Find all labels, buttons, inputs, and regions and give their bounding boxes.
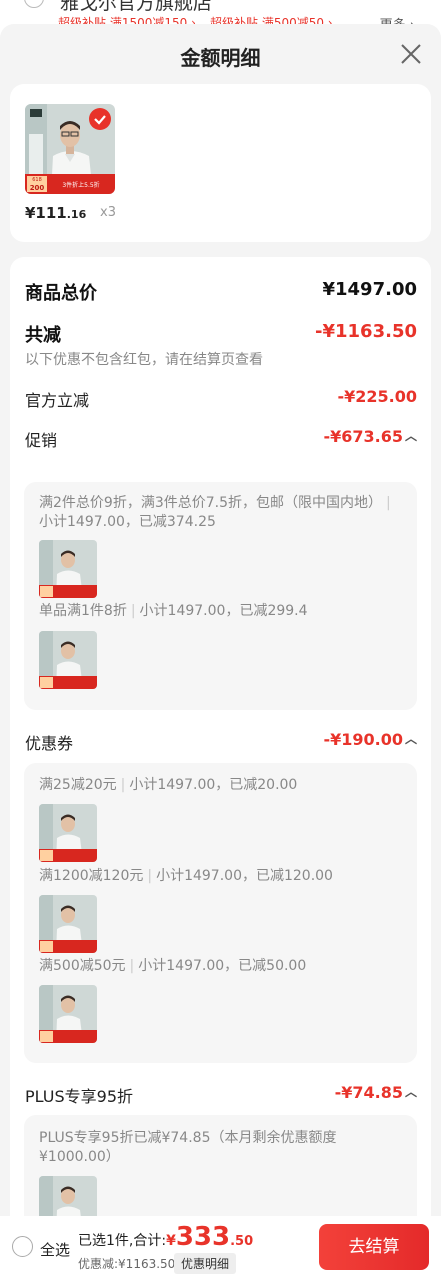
official-discount-value: -¥225.00 (337, 387, 417, 406)
checkout-button[interactable]: 去结算 (319, 1224, 429, 1270)
plus-discount-value[interactable]: -¥74.85 ︿ (335, 1083, 417, 1102)
plus-detail-text: PLUS专享95折已减¥74.85（本月剩余优惠额度¥1000.00） (39, 1130, 337, 1165)
discount-summary: 优惠减:¥1163.50 (78, 1257, 176, 1271)
product-thumbnail[interactable]: 618 200 3件折上5.5折 (25, 104, 115, 194)
chevron-up-icon: ︿ (404, 429, 417, 443)
coupon-value[interactable]: -¥190.00 ︿ (323, 730, 417, 749)
store-select-radio[interactable] (24, 0, 44, 8)
amount-detail-sheet: 金额明细 618 200 3件折上5.5折 ¥111.16 x3 商品总价 ¥1… (0, 24, 441, 1278)
selected-total: 已选1件,合计:¥333.50 (78, 1222, 254, 1252)
goods-total-value: ¥1497.00 (322, 279, 417, 300)
total-reduction-value: -¥1163.50 (315, 321, 417, 342)
coupon-item-3-thumb (39, 985, 97, 1043)
close-icon[interactable] (399, 42, 423, 66)
coupon-label: 优惠券 (25, 734, 74, 753)
coupon-item-2-thumb (39, 895, 97, 953)
product-card: 618 200 3件折上5.5折 ¥111.16 x3 (10, 84, 431, 242)
coupon-item-3: 满500减50元 | 小计1497.00，已减50.00 (39, 958, 307, 974)
product-quantity: x3 (100, 205, 116, 220)
promotion-item-1: 满2件总价9折，满3件总价7.5折，包邮（限中国内地） | 小计1497.00，已减… (39, 495, 391, 530)
discount-detail-button[interactable]: 优惠明细 (174, 1253, 237, 1274)
svg-text:200: 200 (30, 184, 45, 192)
select-all-label[interactable]: 全选 (40, 1239, 70, 1260)
promotion-value[interactable]: -¥673.65 ︿ (323, 427, 417, 446)
promotion-item-2: 单品满1件8折 | 小计1497.00，已减299.4 (39, 603, 308, 619)
product-price: ¥111.16 (25, 204, 87, 222)
coupon-item-1-thumb (39, 804, 97, 862)
total-amount: 333 (175, 1222, 231, 1252)
checkout-bar: 全选 已选1件,合计:¥333.50 优惠减:¥1163.50 优惠明细 去结算 (0, 1216, 441, 1278)
promotion-item-2-thumb (39, 631, 97, 689)
amount-breakdown-card: 商品总价 ¥1497.00 共减 -¥1163.50 以下优惠不包含红包，请在结… (10, 257, 431, 1275)
select-all-radio[interactable] (12, 1236, 33, 1257)
product-selected-check-icon[interactable] (89, 108, 111, 130)
svg-text:618: 618 (32, 177, 42, 183)
goods-total-label: 商品总价 (25, 283, 97, 304)
total-reduction-label: 共减 (25, 325, 61, 346)
coupon-item-2: 满1200减120元 | 小计1497.00，已减120.00 (39, 868, 333, 884)
chevron-up-icon: ︿ (404, 732, 417, 746)
svg-text:3件折上5.5折: 3件折上5.5折 (62, 181, 99, 189)
sheet-title: 金额明细 (180, 46, 261, 70)
plus-discount-label: PLUS专享95折 (25, 1087, 133, 1106)
promotion-detail-panel: 满2件总价9折，满3件总价7.5折，包邮（限中国内地） | 小计1497.00，已减… (24, 482, 417, 710)
chevron-up-icon: ︿ (404, 1085, 417, 1099)
store-name[interactable]: 雅戈尔官方旗舰店 (60, 0, 212, 15)
coupon-item-1: 满25减20元 | 小计1497.00，已减20.00 (39, 777, 298, 793)
promotion-item-1-thumb (39, 540, 97, 598)
coupon-detail-panel: 满25减20元 | 小计1497.00，已减20.00 满1200减120元 | 小计1… (24, 763, 417, 1063)
official-discount-label: 官方立减 (25, 391, 90, 410)
promotion-label: 促销 (25, 431, 58, 450)
